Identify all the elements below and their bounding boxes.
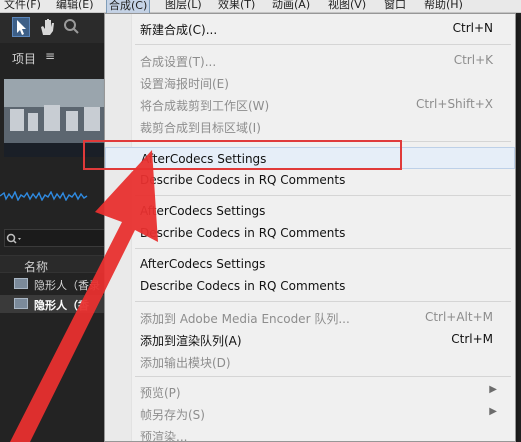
menu-animation[interactable]: 动画(A) [272, 0, 310, 12]
menu-item-shortcut: Ctrl+Shift+X [416, 97, 493, 111]
menu-separator [135, 301, 511, 302]
menu-item-pre-render[interactable]: 预渲染... [105, 424, 515, 442]
submenu-arrow-icon: ▶ [489, 406, 497, 417]
menu-item-describe-codecs[interactable]: Describe Codecs in RQ Comments [105, 222, 515, 244]
menu-item-new-composition[interactable]: 新建合成(C)... Ctrl+N [105, 17, 515, 39]
column-name-label[interactable]: 名称 [24, 258, 48, 275]
menu-item-shortcut: Ctrl+K [453, 53, 493, 67]
menu-item-label: Describe Codecs in RQ Comments [140, 173, 346, 187]
menu-item-label: 合成设置(T)... [140, 55, 217, 69]
menu-item-add-to-media-encoder[interactable]: 添加到 Adobe Media Encoder 队列... Ctrl+Alt+M [105, 306, 515, 328]
menu-item-composition-settings[interactable]: 合成设置(T)... Ctrl+K [105, 49, 515, 71]
project-column-header: 名称 [0, 255, 110, 275]
menu-item-shortcut: Ctrl+Alt+M [424, 310, 493, 324]
menu-item-label: 预渲染... [140, 430, 188, 442]
menu-item-label: 裁剪合成到目标区域(I) [140, 121, 261, 135]
menu-item-label: Describe Codecs in RQ Comments [140, 226, 346, 240]
menu-item-aftercodecs-settings[interactable]: AfterCodecs Settings [105, 253, 515, 275]
menu-item-add-output-module[interactable]: 添加输出模块(D) [105, 350, 515, 372]
menu-item-save-frame-as[interactable]: 帧另存为(S) ▶ [105, 402, 515, 424]
project-item[interactable]: 隐形人（香录 [0, 275, 110, 293]
menu-item-label: AfterCodecs Settings [140, 204, 266, 218]
menu-item-describe-codecs[interactable]: Describe Codecs in RQ Comments [105, 275, 515, 297]
menu-item-label: 设置海报时间(E) [140, 77, 229, 91]
audio-waveform [0, 191, 88, 201]
project-item-selected[interactable]: 隐形人（香 [0, 295, 110, 313]
footage-icon [14, 278, 28, 289]
menu-item-trim-to-work-area[interactable]: 将合成裁剪到工作区(W) Ctrl+Shift+X [105, 93, 515, 115]
menu-item-preview[interactable]: 预览(P) ▶ [105, 380, 515, 402]
menu-item-label: 帧另存为(S) [140, 408, 205, 422]
menu-item-crop-to-region[interactable]: 裁剪合成到目标区域(I) [105, 115, 515, 137]
menu-separator [135, 376, 511, 377]
menu-item-add-to-render-queue[interactable]: 添加到渲染队列(A) Ctrl+M [105, 328, 515, 350]
menu-item-label: AfterCodecs Settings [140, 257, 266, 271]
menu-bar: 文件(F) 编辑(E) 合成(C) 图层(L) 效果(T) 动画(A) 视图(V… [0, 0, 521, 14]
menu-item-shortcut: Ctrl+M [451, 332, 493, 346]
submenu-arrow-icon: ▶ [489, 384, 497, 395]
menu-item-aftercodecs-settings[interactable]: AfterCodecs Settings [105, 200, 515, 222]
menu-separator [135, 44, 511, 45]
menu-item-describe-codecs[interactable]: Describe Codecs in RQ Comments [105, 169, 515, 191]
menu-window[interactable]: 窗口 [384, 0, 406, 12]
menu-item-label: Describe Codecs in RQ Comments [140, 279, 346, 293]
project-panel-header: 项目 ≡ [0, 45, 110, 67]
menu-edit[interactable]: 编辑(E) [56, 0, 94, 12]
menu-item-label: 添加到 Adobe Media Encoder 队列... [140, 312, 350, 326]
hand-icon[interactable] [38, 17, 56, 37]
search-icon [6, 233, 22, 248]
menu-file[interactable]: 文件(F) [4, 0, 41, 12]
annotation-highlight-box [83, 140, 402, 170]
menu-item-shortcut: Ctrl+N [452, 21, 493, 35]
composition-icon [14, 298, 28, 309]
menu-separator [135, 248, 511, 249]
tools-panel [0, 13, 110, 43]
project-item-label: 隐形人（香录 [34, 279, 100, 292]
composition-dropdown-menu: 新建合成(C)... Ctrl+N 合成设置(T)... Ctrl+K 设置海报… [104, 13, 516, 442]
menu-item-label: 新建合成(C)... [140, 23, 218, 37]
menu-item-set-poster-time[interactable]: 设置海报时间(E) [105, 71, 515, 93]
panel-menu-icon[interactable]: ≡ [45, 49, 55, 63]
project-panel-title[interactable]: 项目 [12, 50, 36, 67]
menu-layer[interactable]: 图层(L) [165, 0, 202, 12]
menu-item-label: 添加输出模块(D) [140, 356, 231, 370]
menu-item-label: 预览(P) [140, 386, 181, 400]
menu-composition[interactable]: 合成(C) [106, 0, 151, 14]
menu-separator [135, 195, 511, 196]
menu-item-label: 将合成裁剪到工作区(W) [140, 99, 270, 113]
selection-arrow-icon[interactable] [12, 17, 30, 37]
menu-help[interactable]: 帮助(H) [424, 0, 463, 12]
project-item-label: 隐形人（香 [34, 299, 89, 312]
project-panel: 项目 ≡ 名称 隐形人（香录 隐形人（香 [0, 43, 110, 442]
menu-view[interactable]: 视图(V) [328, 0, 366, 12]
menu-effect[interactable]: 效果(T) [218, 0, 255, 12]
menu-item-label: 添加到渲染队列(A) [140, 334, 242, 348]
zoom-icon[interactable] [62, 17, 80, 37]
